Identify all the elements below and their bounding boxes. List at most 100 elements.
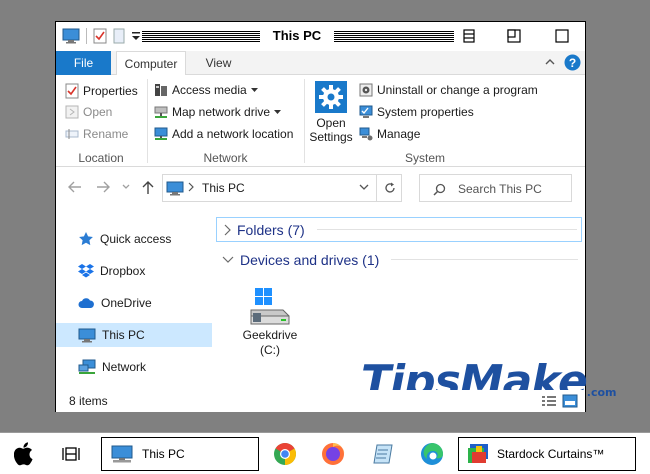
breadcrumb-chevron-icon[interactable] <box>188 182 194 192</box>
content-area: Folders (7) Devices and drives (1) Geekd… <box>213 212 617 404</box>
nav-item-label: Quick access <box>100 232 172 246</box>
notepad-icon[interactable] <box>368 437 398 471</box>
properties-qat-icon[interactable] <box>93 28 107 44</box>
rename-icon <box>65 127 79 141</box>
up-arrow-icon[interactable] <box>142 181 154 195</box>
nav-item-network[interactable]: Network <box>56 355 212 379</box>
system-properties-icon <box>359 105 373 119</box>
stardock-curtains-icon <box>467 443 489 465</box>
close-button[interactable] <box>553 27 571 45</box>
folders-group-header[interactable]: Folders (7) <box>216 217 582 242</box>
properties-label: Properties <box>83 84 138 98</box>
navigation-bar: This PC <box>56 168 585 208</box>
forward-arrow-icon[interactable] <box>96 181 110 193</box>
nav-item-this-pc[interactable]: This PC <box>56 323 212 347</box>
programs-icon <box>359 83 373 97</box>
computer-icon[interactable] <box>62 28 80 44</box>
maximize-button[interactable] <box>505 27 523 45</box>
toolbar-separator <box>86 28 87 44</box>
open-settings-button[interactable]: Open Settings <box>308 81 354 144</box>
chevron-down-icon <box>250 87 258 93</box>
expand-ribbon-icon[interactable] <box>544 55 556 69</box>
ribbon-tabs: File Computer View ? <box>56 51 585 76</box>
add-network-location-button[interactable]: Add a network location <box>154 127 293 141</box>
nav-item-label: Dropbox <box>100 264 146 278</box>
search-box[interactable] <box>419 174 572 202</box>
svg-text:?: ? <box>569 56 576 70</box>
recent-locations-icon[interactable] <box>122 184 130 190</box>
status-bar: 8 items <box>56 390 585 412</box>
network-icon <box>78 359 96 375</box>
large-icons-view-icon[interactable] <box>562 394 578 408</box>
system-properties-label: System properties <box>377 105 474 119</box>
ribbon-group-system: Open Settings Uninstall or change a prog… <box>305 75 545 167</box>
help-icon[interactable]: ? <box>564 54 581 71</box>
new-folder-qat-icon[interactable] <box>113 28 125 44</box>
properties-icon <box>65 83 79 99</box>
rename-button[interactable]: Rename <box>65 127 128 141</box>
network-drive-icon <box>154 105 168 119</box>
open-settings-label-2: Settings <box>309 130 353 144</box>
nav-item-dropbox[interactable]: Dropbox <box>56 259 212 283</box>
manage-button[interactable]: Manage <box>359 127 420 141</box>
breadcrumb[interactable]: This PC <box>202 181 245 195</box>
drive-name: Geekdrive <box>242 328 298 342</box>
chrome-icon[interactable] <box>270 437 300 471</box>
refresh-icon <box>384 182 396 194</box>
customize-qat-icon[interactable] <box>131 30 141 42</box>
task-view-icon[interactable] <box>58 437 86 471</box>
nav-item-onedrive[interactable]: OneDrive <box>56 291 212 315</box>
nav-item-label: Network <box>102 360 147 374</box>
tab-computer[interactable]: Computer <box>116 51 186 76</box>
windowshade-button[interactable] <box>460 27 478 45</box>
drive-c[interactable]: Geekdrive (C:) <box>235 286 305 358</box>
taskbar: This PC Stardock Curtains™ <box>0 432 650 474</box>
refresh-button[interactable] <box>376 174 402 202</box>
open-settings-label-1: Open <box>316 116 346 130</box>
group-divider <box>316 229 577 230</box>
address-bar[interactable]: This PC <box>162 174 402 202</box>
properties-button[interactable]: Properties <box>65 83 138 99</box>
title-bar: This PC <box>56 22 585 51</box>
watermark-suffix: .com <box>586 386 617 399</box>
ribbon-group-network: Access media Map network drive Add a net… <box>148 75 303 167</box>
edge-icon[interactable] <box>417 437 447 471</box>
open-label: Open <box>83 105 113 119</box>
nav-item-quick-access[interactable]: Quick access <box>56 227 212 251</box>
item-count: 8 items <box>69 394 108 408</box>
back-arrow-icon[interactable] <box>68 181 82 193</box>
dropbox-icon <box>78 263 94 279</box>
taskbar-window-label: This PC <box>142 447 185 461</box>
uninstall-label: Uninstall or change a program <box>377 83 538 97</box>
taskbar-window-this-pc[interactable]: This PC <box>101 437 259 471</box>
devices-group-header[interactable]: Devices and drives (1) <box>216 247 582 272</box>
details-view-icon[interactable] <box>541 394 557 408</box>
settings-gear-icon <box>308 81 354 113</box>
search-input[interactable] <box>458 182 568 196</box>
open-button[interactable]: Open <box>65 105 112 119</box>
chevron-down-icon <box>274 109 282 115</box>
uninstall-program-button[interactable]: Uninstall or change a program <box>359 83 538 97</box>
rename-label: Rename <box>83 127 129 141</box>
windows-drive-icon <box>235 286 305 326</box>
manage-icon <box>359 127 373 141</box>
chevron-down-icon <box>222 256 234 264</box>
system-properties-button[interactable]: System properties <box>359 105 474 119</box>
access-media-button[interactable]: Access media <box>154 83 258 97</box>
map-network-drive-label: Map network drive <box>172 105 271 119</box>
monitor-icon <box>78 328 96 343</box>
nav-item-label: OneDrive <box>101 296 152 310</box>
tab-view[interactable]: View <box>196 51 241 75</box>
system-group-label: System <box>404 151 445 165</box>
window-title: This PC <box>266 28 328 43</box>
monitor-icon <box>166 181 184 196</box>
add-network-location-label: Add a network location <box>172 127 294 141</box>
firefox-icon[interactable] <box>318 437 348 471</box>
taskbar-window-label: Stardock Curtains™ <box>497 447 605 461</box>
map-network-drive-button[interactable]: Map network drive <box>154 105 282 119</box>
tab-file[interactable]: File <box>56 51 111 75</box>
taskbar-window-stardock[interactable]: Stardock Curtains™ <box>458 437 636 471</box>
open-icon <box>65 105 79 119</box>
start-apple-icon[interactable] <box>10 437 40 471</box>
address-history-icon[interactable] <box>359 183 369 191</box>
